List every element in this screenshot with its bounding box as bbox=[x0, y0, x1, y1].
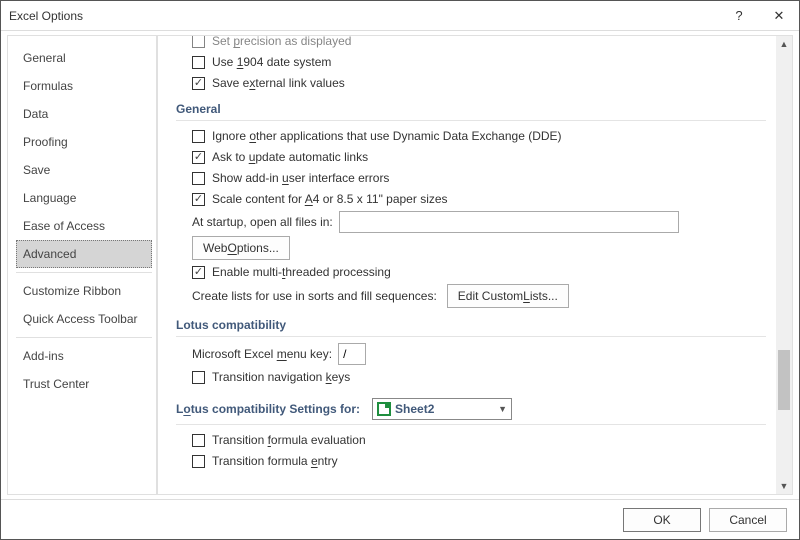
scale-a4-checkbox[interactable] bbox=[192, 193, 205, 206]
sidebar-item-data[interactable]: Data bbox=[16, 100, 152, 128]
transition-formula-eval-label: Transition formula evaluation bbox=[212, 433, 366, 447]
close-button[interactable]: ✕ bbox=[759, 1, 799, 30]
scale-a4-label: Scale content for A4 or 8.5 x 11" paper … bbox=[212, 192, 448, 206]
category-sidebar: GeneralFormulasDataProofingSaveLanguageE… bbox=[7, 35, 157, 495]
transition-formula-entry-checkbox[interactable] bbox=[192, 455, 205, 468]
transition-formula-eval-checkbox[interactable] bbox=[192, 434, 205, 447]
chevron-down-icon: ▼ bbox=[498, 404, 507, 414]
sidebar-item-customize-ribbon[interactable]: Customize Ribbon bbox=[16, 277, 152, 305]
enable-multithread-checkbox[interactable] bbox=[192, 266, 205, 279]
startup-open-label: At startup, open all files in: bbox=[192, 215, 333, 229]
show-addin-errors-label: Show add-in user interface errors bbox=[212, 171, 389, 185]
startup-open-input[interactable] bbox=[339, 211, 679, 233]
scroll-track[interactable] bbox=[776, 52, 792, 478]
scroll-up-button[interactable]: ▲ bbox=[776, 36, 792, 52]
help-button[interactable]: ? bbox=[719, 1, 759, 30]
transition-formula-entry-label: Transition formula entry bbox=[212, 454, 338, 468]
sidebar-item-proofing[interactable]: Proofing bbox=[16, 128, 152, 156]
set-precision-label: Set precision as displayed bbox=[212, 36, 351, 48]
lotus-settings-label: Lotus compatibility Settings for: bbox=[176, 402, 360, 416]
transition-nav-checkbox[interactable] bbox=[192, 371, 205, 384]
cancel-button[interactable]: Cancel bbox=[709, 508, 787, 532]
lotus-sheet-value: Sheet2 bbox=[395, 402, 434, 416]
sidebar-item-general[interactable]: General bbox=[16, 44, 152, 72]
set-precision-checkbox[interactable] bbox=[192, 36, 205, 48]
create-lists-label: Create lists for use in sorts and fill s… bbox=[192, 289, 437, 303]
save-external-checkbox[interactable] bbox=[192, 77, 205, 90]
edit-custom-lists-button[interactable]: Edit Custom Lists... bbox=[447, 284, 569, 308]
enable-multithread-label: Enable multi-threaded processing bbox=[212, 265, 391, 279]
vertical-scrollbar[interactable]: ▲ ▼ bbox=[776, 36, 792, 494]
save-external-label: Save external link values bbox=[212, 76, 345, 90]
sidebar-item-ease-of-access[interactable]: Ease of Access bbox=[16, 212, 152, 240]
transition-nav-label: Transition navigation keys bbox=[212, 370, 350, 384]
use-1904-checkbox[interactable] bbox=[192, 56, 205, 69]
ok-button[interactable]: OK bbox=[623, 508, 701, 532]
ignore-dde-checkbox[interactable] bbox=[192, 130, 205, 143]
titlebar: Excel Options ? ✕ bbox=[1, 1, 799, 31]
sidebar-item-trust-center[interactable]: Trust Center bbox=[16, 370, 152, 398]
excel-options-dialog: Excel Options ? ✕ GeneralFormulasDataPro… bbox=[0, 0, 800, 540]
section-lotus-settings: Lotus compatibility Settings for: Sheet2… bbox=[176, 398, 766, 425]
dialog-footer: OK Cancel bbox=[1, 499, 799, 539]
sheet-icon bbox=[377, 402, 391, 416]
scroll-thumb[interactable] bbox=[778, 350, 790, 410]
sidebar-item-formulas[interactable]: Formulas bbox=[16, 72, 152, 100]
sidebar-item-advanced[interactable]: Advanced bbox=[16, 240, 152, 268]
use-1904-label: Use 1904 date system bbox=[212, 55, 331, 69]
menu-key-label: Microsoft Excel menu key: bbox=[192, 347, 332, 361]
scroll-down-button[interactable]: ▼ bbox=[776, 478, 792, 494]
ask-update-checkbox[interactable] bbox=[192, 151, 205, 164]
sidebar-item-quick-access-toolbar[interactable]: Quick Access Toolbar bbox=[16, 305, 152, 333]
lotus-sheet-dropdown[interactable]: Sheet2 ▼ bbox=[372, 398, 512, 420]
show-addin-errors-checkbox[interactable] bbox=[192, 172, 205, 185]
section-general: General bbox=[176, 102, 766, 121]
sidebar-item-add-ins[interactable]: Add-ins bbox=[16, 342, 152, 370]
ignore-dde-label: Ignore other applications that use Dynam… bbox=[212, 129, 562, 143]
sidebar-item-language[interactable]: Language bbox=[16, 184, 152, 212]
menu-key-input[interactable] bbox=[338, 343, 366, 365]
sidebar-item-save[interactable]: Save bbox=[16, 156, 152, 184]
section-lotus: Lotus compatibility bbox=[176, 318, 766, 337]
ask-update-label: Ask to update automatic links bbox=[212, 150, 368, 164]
window-title: Excel Options bbox=[9, 9, 719, 23]
web-options-button[interactable]: Web Options... bbox=[192, 236, 290, 260]
options-content: Set precision as displayed Use 1904 date… bbox=[157, 35, 793, 495]
